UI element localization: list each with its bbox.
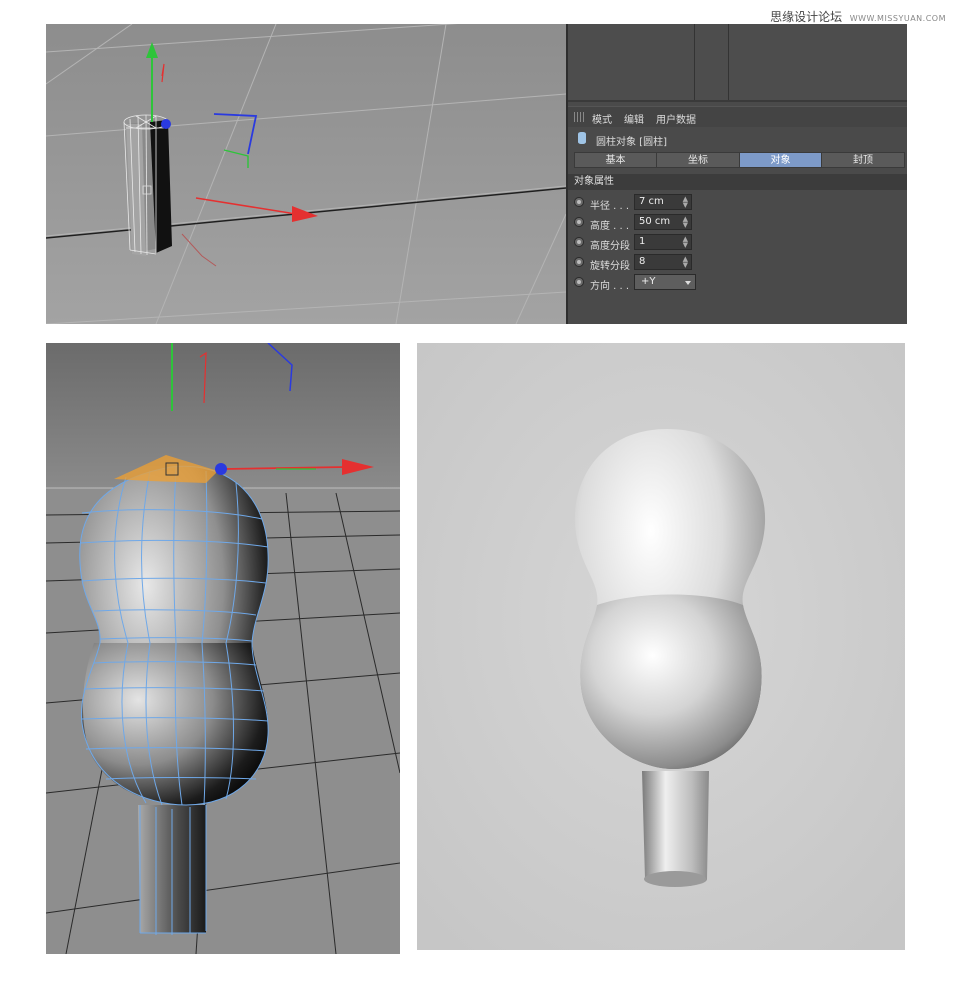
property-value: 1 [639, 236, 646, 247]
viewport-cylinder-canvas [46, 24, 566, 324]
tab-basic[interactable]: 基本 [574, 152, 657, 168]
property-height-segments: 高度分段 1 ▲ ▼ [574, 234, 894, 252]
spinner-icon[interactable]: ▲ ▼ [683, 216, 688, 229]
property-label: 方向 . . . [590, 281, 630, 292]
object-title-row: 圆柱对象 [圆柱] [568, 128, 907, 150]
grip-icon[interactable] [574, 112, 584, 122]
attribute-menu-bar: 模式 编辑 用户数据 [568, 106, 907, 127]
tab-caps[interactable]: 封顶 [821, 152, 905, 168]
property-label: 高度 . . . [590, 221, 630, 232]
radio-icon[interactable] [574, 237, 584, 247]
orientation-dropdown[interactable]: +Y [634, 274, 696, 290]
radius-input[interactable]: 7 cm ▲ ▼ [634, 194, 692, 210]
render-canvas [417, 343, 905, 950]
rotation-segments-input[interactable]: 8 ▲ ▼ [634, 254, 692, 270]
radio-icon[interactable] [574, 197, 584, 207]
divider [568, 100, 907, 102]
divider [728, 24, 729, 100]
spinner-icon[interactable]: ▲ ▼ [683, 236, 688, 249]
menu-item-mode[interactable]: 模式 [592, 111, 612, 126]
attribute-manager-panel: 模式 编辑 用户数据 圆柱对象 [圆柱] 基本 坐标 对象 封顶 对象属性 半径… [566, 24, 907, 324]
viewport-background [46, 24, 566, 324]
watermark-site-url: WWW.MISSYUAN.COM [849, 14, 946, 23]
height-input[interactable]: 50 cm ▲ ▼ [634, 214, 692, 230]
divider [694, 24, 695, 100]
dropdown-caret-icon [685, 281, 691, 285]
property-value: 50 cm [639, 216, 671, 227]
property-value: +Y [641, 276, 656, 287]
spinner-icon[interactable]: ▲ ▼ [683, 196, 688, 209]
section-object-properties: 对象属性 [568, 174, 907, 190]
property-radius: 半径 . . . 7 cm ▲ ▼ [574, 194, 894, 212]
menu-item-user-data[interactable]: 用户数据 [656, 111, 696, 126]
object-manager-area [568, 24, 907, 102]
attribute-tabs: 基本 坐标 对象 封顶 [574, 152, 905, 168]
viewport-cylinder[interactable] [46, 24, 566, 324]
site-watermark: 思缘设计论坛 WWW.MISSYUAN.COM [770, 8, 946, 25]
radio-icon[interactable] [574, 217, 584, 227]
property-label: 高度分段 [590, 241, 630, 252]
property-value: 7 cm [639, 196, 664, 207]
object-title: 圆柱对象 [圆柱] [596, 137, 667, 148]
radio-icon[interactable] [574, 277, 584, 287]
property-rotation-segments: 旋转分段 8 ▲ ▼ [574, 254, 894, 272]
tab-coordinates[interactable]: 坐标 [656, 152, 740, 168]
property-value: 8 [639, 256, 646, 267]
tab-object[interactable]: 对象 [739, 152, 822, 168]
render-preview-gourd [417, 343, 905, 950]
viewport-gourd-wireframe[interactable] [46, 343, 400, 954]
menu-item-edit[interactable]: 编辑 [624, 111, 644, 126]
cylinder-mesh [123, 114, 172, 256]
property-orientation: 方向 . . . +Y [574, 274, 894, 292]
property-label: 半径 . . . [590, 201, 630, 212]
watermark-site-name: 思缘设计论坛 [770, 10, 843, 24]
cylinder-object-icon [578, 132, 586, 144]
radio-icon[interactable] [574, 257, 584, 267]
property-label: 旋转分段 [590, 261, 630, 272]
viewport-gourd-canvas [46, 343, 400, 954]
spinner-icon[interactable]: ▲ ▼ [683, 256, 688, 269]
property-height: 高度 . . . 50 cm ▲ ▼ [574, 214, 894, 232]
height-segments-input[interactable]: 1 ▲ ▼ [634, 234, 692, 250]
